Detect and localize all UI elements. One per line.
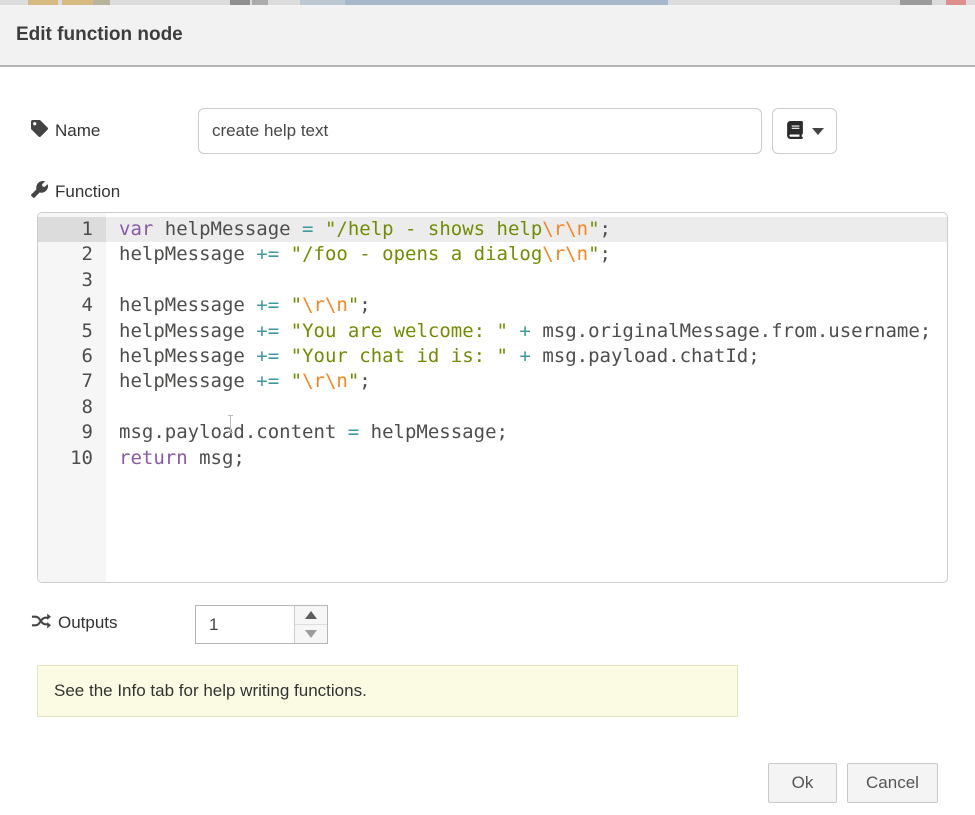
function-label-text: Function bbox=[55, 182, 120, 202]
function-label: Function bbox=[31, 179, 120, 205]
code-line[interactable]: helpMessage += "\r\n"; bbox=[106, 369, 947, 394]
gutter-line-number: 2 bbox=[38, 242, 106, 267]
gutter-line-number: 8 bbox=[38, 395, 106, 420]
name-label-text: Name bbox=[55, 121, 100, 141]
outputs-spinner bbox=[195, 605, 328, 644]
gutter-line-number: 10 bbox=[38, 446, 106, 471]
outputs-input[interactable] bbox=[196, 606, 294, 643]
code-line[interactable]: helpMessage += "You are welcome: " + msg… bbox=[106, 319, 947, 344]
code-line[interactable]: helpMessage += "Your chat id is: " + msg… bbox=[106, 344, 947, 369]
spinner-down-icon bbox=[305, 630, 317, 638]
gutter-line-number: 5 bbox=[38, 319, 106, 344]
form-tip-text: See the Info tab for help writing functi… bbox=[54, 681, 367, 701]
spinner-buttons bbox=[294, 606, 327, 643]
dialog-title: Edit function node bbox=[16, 24, 183, 46]
spinner-up-icon bbox=[305, 611, 317, 619]
shuffle-icon bbox=[31, 613, 51, 634]
wrench-icon bbox=[31, 181, 48, 203]
outputs-label: Outputs bbox=[31, 609, 118, 637]
book-icon bbox=[786, 121, 804, 142]
code-line[interactable]: return msg; bbox=[106, 446, 947, 471]
dialog-header: Edit function node bbox=[0, 5, 975, 67]
spinner-down-button[interactable] bbox=[295, 625, 327, 643]
cancel-button[interactable]: Cancel bbox=[847, 763, 938, 803]
code-line[interactable]: msg.payload.content = helpMessage; bbox=[106, 420, 947, 445]
name-input[interactable] bbox=[198, 108, 762, 154]
gutter-line-number: 9 bbox=[38, 420, 106, 445]
code-line[interactable] bbox=[106, 268, 947, 293]
outputs-label-text: Outputs bbox=[58, 613, 118, 633]
code-line[interactable]: helpMessage += "\r\n"; bbox=[106, 293, 947, 318]
form-tip: See the Info tab for help writing functi… bbox=[37, 665, 738, 717]
library-button[interactable] bbox=[772, 108, 837, 154]
gutter-line-number: 7 bbox=[38, 369, 106, 394]
gutter-line-number: 1 bbox=[38, 217, 106, 242]
edit-function-node-dialog: Edit function node Name Function 1234567… bbox=[0, 5, 975, 815]
gutter-line-number: 3 bbox=[38, 268, 106, 293]
editor-code-area[interactable]: var helpMessage = "/help - shows help\r\… bbox=[106, 213, 947, 582]
code-line[interactable]: var helpMessage = "/help - shows help\r\… bbox=[106, 217, 947, 242]
name-label: Name bbox=[31, 117, 100, 145]
caret-down-icon bbox=[812, 128, 824, 135]
gutter-line-number: 4 bbox=[38, 293, 106, 318]
tag-icon bbox=[31, 120, 48, 142]
code-editor[interactable]: 12345678910 var helpMessage = "/help - s… bbox=[37, 212, 948, 583]
ok-button[interactable]: Ok bbox=[768, 763, 837, 803]
code-line[interactable]: helpMessage += "/foo - opens a dialog\r\… bbox=[106, 242, 947, 267]
editor-gutter: 12345678910 bbox=[38, 213, 106, 582]
spinner-up-button[interactable] bbox=[295, 606, 327, 625]
code-line[interactable] bbox=[106, 395, 947, 420]
gutter-line-number: 6 bbox=[38, 344, 106, 369]
